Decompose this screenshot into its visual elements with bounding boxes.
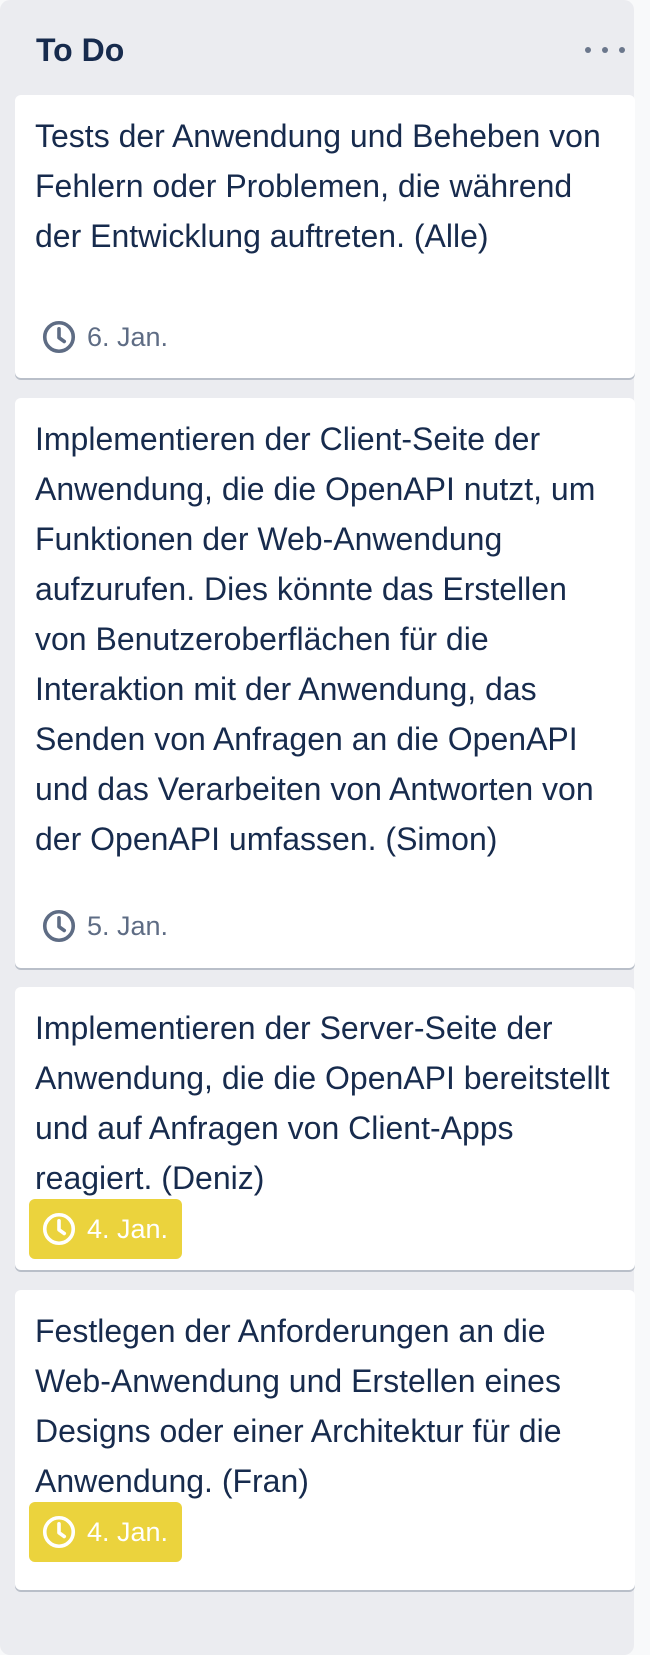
menu-dot — [619, 47, 625, 53]
card-title: Implementieren der Client-Seite der Anwe… — [35, 421, 596, 857]
due-date-text: 4. Jan. — [87, 1516, 169, 1547]
clock-icon — [42, 1515, 76, 1549]
card-client-side[interactable]: Implementieren der Client-Seite der Anwe… — [15, 398, 635, 968]
due-date-badge[interactable]: 6. Jan. — [29, 307, 182, 367]
card-title: Tests der Anwendung und Beheben von Fehl… — [35, 118, 601, 254]
list-title[interactable]: To Do — [36, 30, 124, 70]
menu-dot — [602, 47, 608, 53]
due-date-badge[interactable]: 4. Jan. — [29, 1502, 183, 1562]
due-date-text: 6. Jan. — [87, 321, 169, 352]
more-horizontal-icon[interactable] — [585, 32, 625, 68]
card-server-side[interactable]: Implementieren der Server-Seite der Anwe… — [15, 987, 635, 1270]
due-date-badge[interactable]: 4. Jan. — [29, 1199, 183, 1259]
menu-dot — [585, 47, 591, 53]
due-date-badge[interactable]: 5. Jan. — [29, 896, 182, 956]
due-date-text: 4. Jan. — [87, 1213, 169, 1244]
card-tests[interactable]: Tests der Anwendung und Beheben von Fehl… — [15, 95, 635, 378]
card-title: Festlegen der Anforderungen an die Web-A… — [35, 1313, 562, 1499]
card-title: Implementieren der Server-Seite der Anwe… — [35, 1010, 610, 1196]
clock-icon — [42, 909, 76, 943]
list-header: To Do — [15, 0, 625, 100]
clock-icon — [42, 320, 76, 354]
clock-icon — [42, 1212, 76, 1246]
card-requirements[interactable]: Festlegen der Anforderungen an die Web-A… — [15, 1290, 635, 1590]
due-date-text: 5. Jan. — [87, 910, 169, 941]
